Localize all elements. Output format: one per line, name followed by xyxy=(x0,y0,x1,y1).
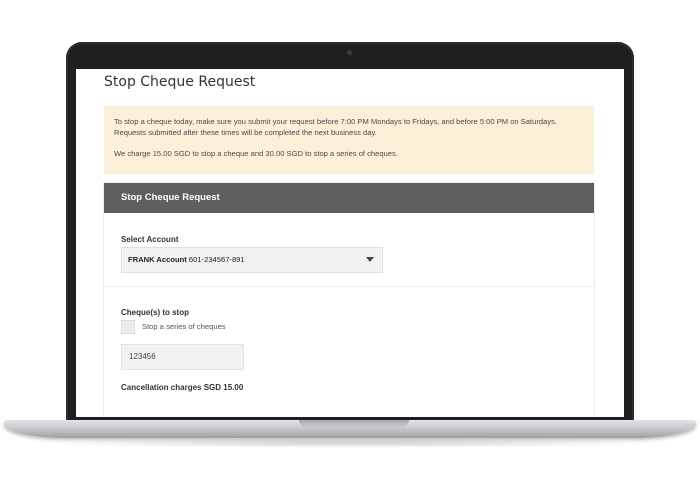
series-checkbox[interactable] xyxy=(121,320,135,334)
laptop-screen: Stop Cheque Request To stop a cheque tod… xyxy=(76,69,624,417)
account-number: 601-234567-891 xyxy=(188,255,245,264)
camera-icon xyxy=(347,50,352,55)
select-account-label: Select Account xyxy=(121,235,179,244)
cheque-number-input[interactable]: 123456 xyxy=(121,344,244,370)
laptop-notch xyxy=(299,420,409,427)
laptop-shadow xyxy=(30,438,670,448)
form-header: Stop Cheque Request xyxy=(104,183,594,213)
notice-charges-text: We charge 15.00 SGD to stop a cheque and… xyxy=(114,149,398,158)
page-title: Stop Cheque Request xyxy=(104,74,256,90)
laptop-base xyxy=(4,420,696,438)
chevron-down-icon xyxy=(366,257,374,262)
stop-cheque-form: Stop Cheque Request Select Account FRANK… xyxy=(104,183,594,417)
section-divider xyxy=(104,286,594,287)
cheques-to-stop-label: Cheque(s) to stop xyxy=(121,308,189,317)
laptop-lid: Stop Cheque Request To stop a cheque tod… xyxy=(66,42,634,424)
series-checkbox-label[interactable]: Stop a series of cheques xyxy=(142,322,226,331)
account-name: FRANK Account xyxy=(128,255,189,264)
cancellation-charges: Cancellation charges SGD 15.00 xyxy=(121,383,244,392)
account-select[interactable]: FRANK Account 601-234567-891 xyxy=(121,247,383,273)
notice-cutoff-text: To stop a cheque today, make sure you su… xyxy=(114,117,558,137)
info-notice: To stop a cheque today, make sure you su… xyxy=(104,106,594,174)
